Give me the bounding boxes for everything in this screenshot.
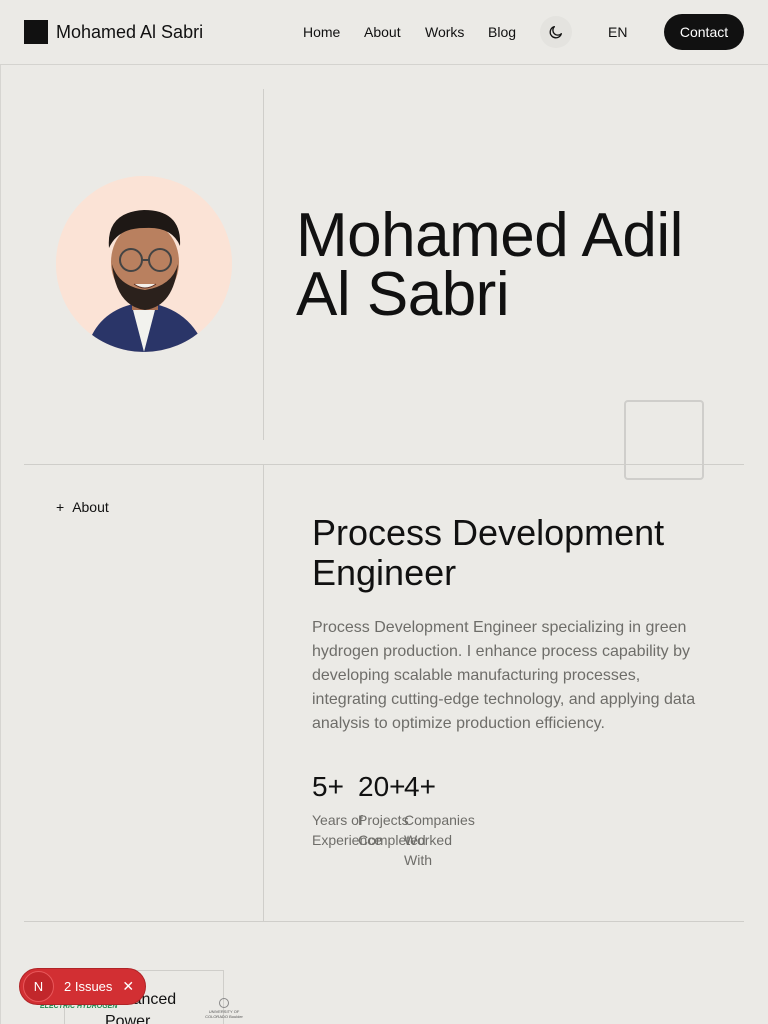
seal-icon [219, 998, 229, 1008]
contact-button[interactable]: Contact [664, 14, 744, 50]
site-header: Mohamed Al Sabri Home About Works Blog E… [0, 0, 768, 65]
role-title: Process Development Engineer [312, 512, 665, 593]
bio-text: Process Development Engineer specializin… [312, 619, 696, 732]
issues-badge[interactable]: N 2 Issues ✕ [19, 968, 146, 1005]
theme-toggle-button[interactable] [540, 16, 572, 48]
brand-name: Mohamed Al Sabri [56, 21, 204, 42]
hero-divider [263, 89, 264, 440]
issues-count: 2 Issues [64, 979, 113, 994]
profile-avatar [56, 176, 232, 352]
nav-about-link[interactable]: About [364, 24, 401, 40]
decorative-square [624, 400, 704, 480]
about-section-label: + About [56, 499, 109, 515]
stat-label: Companies Worked With [404, 812, 475, 868]
brand[interactable]: Mohamed Al Sabri [24, 20, 203, 44]
about-divider [263, 465, 264, 921]
section-divider [24, 921, 744, 922]
nav-home-link[interactable]: Home [303, 24, 340, 40]
section-divider [24, 464, 744, 465]
language-switcher[interactable]: EN [608, 24, 627, 40]
plus-icon: + [56, 499, 65, 515]
moon-icon [549, 26, 562, 39]
nav-works-link[interactable]: Works [425, 24, 464, 40]
brand-logo-icon [24, 20, 48, 44]
stat-companies: 4+ Companies Worked With [404, 770, 475, 870]
university-logo: UNIVERSITY OF COLORADO Boulder [204, 998, 244, 1019]
nextjs-logo-icon: N [23, 971, 54, 1002]
stat-value: 4+ [404, 771, 436, 802]
close-icon[interactable]: ✕ [122, 978, 134, 995]
profile-portrait-image [56, 176, 232, 352]
hero-name-heading: Mohamed Adil Al Sabri [296, 201, 683, 329]
nav-blog-link[interactable]: Blog [488, 24, 516, 40]
